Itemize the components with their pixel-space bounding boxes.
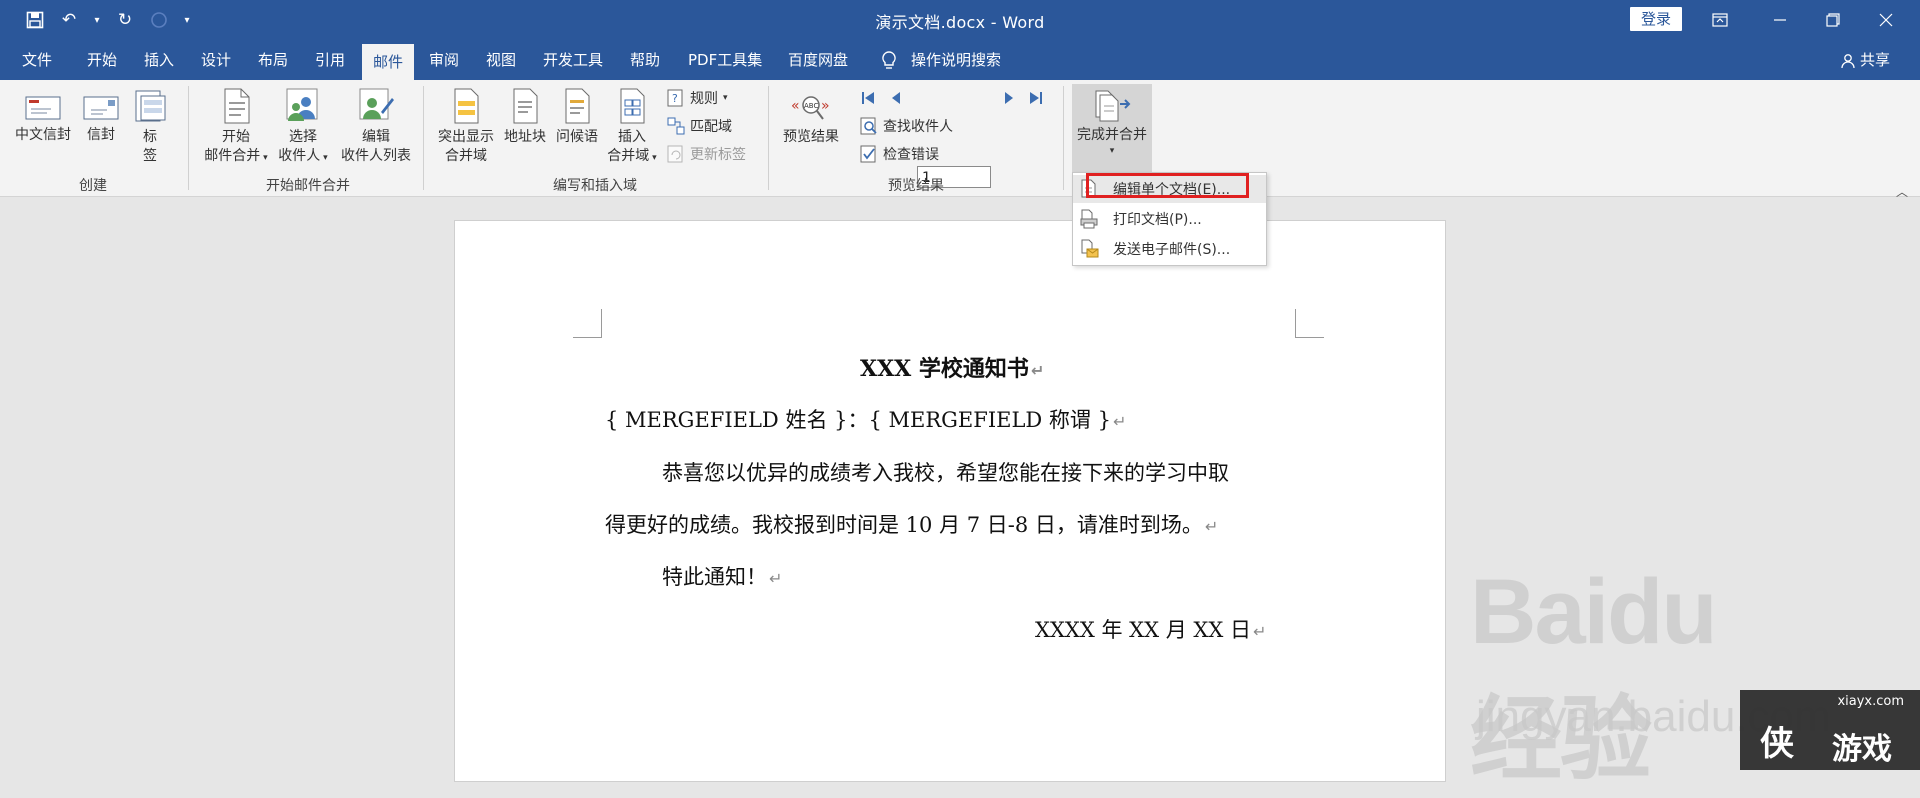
tab-help[interactable]: 帮助 [630, 40, 660, 80]
tab-insert[interactable]: 插入 [144, 40, 174, 80]
title-bar: ↶ ▾ ↻ ▾ 演示文档.docx - Word 登录 [0, 0, 1920, 40]
last-record-icon[interactable] [1028, 87, 1052, 109]
annotation-highlight-box [1086, 173, 1249, 198]
address-block-icon [513, 88, 538, 124]
tab-developer[interactable]: 开发工具 [543, 40, 603, 80]
lightbulb-icon[interactable] [880, 40, 898, 80]
login-button[interactable]: 登录 [1630, 7, 1682, 31]
group-separator [768, 86, 769, 190]
tab-review[interactable]: 审阅 [429, 40, 459, 80]
merge-field-line[interactable]: { MERGEFIELD 姓名 }：{ MERGEFIELD 称谓 } ↵ [605, 404, 1126, 434]
print-icon [1080, 209, 1098, 229]
share-button[interactable]: 共享 [1860, 40, 1890, 80]
group-label-create: 创建 [79, 178, 107, 194]
preview-results-button[interactable]: «» ABC 预览结果 [778, 92, 844, 147]
svg-text:«: « [791, 98, 800, 114]
margin-corner-mark [573, 309, 602, 338]
date-line[interactable]: XXXX 年 XX 月 XX 日 ↵ [1035, 614, 1266, 644]
minimize-icon[interactable] [1760, 6, 1800, 34]
menu-item-send-email[interactable]: 发送电子邮件(S)... [1073, 235, 1266, 263]
update-labels-icon [667, 145, 683, 163]
menu-item-print-documents[interactable]: 打印文档(P)... [1073, 205, 1266, 233]
envelopes-button[interactable]: 信封 [78, 94, 124, 145]
tab-mailings[interactable]: 邮件 [362, 44, 415, 80]
address-block-button[interactable]: 地址块 [500, 88, 550, 147]
insert-merge-field-button[interactable]: 插入 合并域 ▾ [604, 88, 660, 168]
ribbon-tab-bar: 文件 开始 插入 设计 布局 引用 邮件 审阅 视图 开发工具 帮助 PDF工具… [0, 40, 1920, 80]
tab-view[interactable]: 视图 [486, 40, 516, 80]
check-errors-icon [860, 145, 876, 163]
previous-record-icon[interactable] [890, 87, 910, 109]
group-separator [423, 86, 424, 190]
notice-line[interactable]: 特此通知！ ↵ [662, 561, 782, 591]
tab-layout[interactable]: 布局 [258, 40, 288, 80]
recipients-icon [286, 88, 318, 121]
tell-me-search[interactable]: 操作说明搜索 [911, 40, 1001, 80]
ribbon-mailings: 中文信封 信封 标 签 创建 开始 邮件合并 ▾ 选择 收件人 ▾ 编辑 收件人… [0, 80, 1920, 197]
match-fields-button[interactable]: 匹配域 [667, 115, 732, 137]
document-title[interactable]: XXX 学校通知书 ↵ [860, 351, 1044, 383]
first-record-icon[interactable] [860, 87, 884, 109]
collapse-ribbon-icon[interactable]: ︿ [1896, 183, 1908, 200]
tab-references[interactable]: 引用 [315, 40, 345, 80]
tab-home[interactable]: 开始 [87, 40, 117, 80]
labels-button[interactable]: 标 签 [128, 90, 172, 166]
edit-list-icon [359, 88, 394, 120]
insert-field-icon [620, 88, 645, 124]
greeting-line-icon [565, 88, 590, 124]
margin-corner-mark [1295, 309, 1324, 338]
watermark-logo: Baidu经验 [1470, 561, 1718, 791]
document-icon [224, 88, 250, 124]
group-label-write-insert: 编写和插入域 [553, 178, 637, 194]
email-icon [1081, 239, 1099, 258]
match-fields-icon [667, 117, 685, 135]
dropdown-arrow-icon: ▾ [1109, 146, 1115, 156]
edit-recipient-list-button[interactable]: 编辑 收件人列表 [336, 88, 416, 166]
find-recipient-icon [860, 117, 877, 135]
rules-button[interactable]: ? 规则 ▾ [667, 87, 728, 109]
tab-baidu-netdisk[interactable]: 百度网盘 [788, 40, 848, 80]
tab-pdf-tools[interactable]: PDF工具集 [688, 40, 762, 80]
dropdown-arrow-icon: ▾ [260, 153, 268, 163]
finish-merge-icon [1095, 90, 1131, 122]
group-separator [188, 86, 189, 190]
dropdown-arrow-icon: ▾ [649, 153, 657, 163]
dropdown-arrow-icon: ▾ [723, 93, 728, 103]
paragraph-line[interactable]: 得更好的成绩。我校报到时间是 10 月 7 日-8 日，请准时到场。 ↵ [605, 509, 1218, 539]
xiayx-logo: xiayx.com 侠 游戏 [1740, 690, 1920, 770]
paragraph-line[interactable]: 恭喜您以优异的成绩考入我校，希望您能在接下来的学习中取 [662, 457, 1229, 487]
person-icon[interactable] [1840, 40, 1856, 80]
dropdown-arrow-icon: ▾ [320, 153, 328, 163]
rules-icon: ? [667, 89, 683, 107]
close-icon[interactable] [1866, 6, 1906, 34]
svg-text:»: » [821, 98, 830, 114]
find-recipient-button[interactable]: 查找收件人 [860, 115, 953, 137]
finish-merge-button[interactable]: 完成并合并 ▾ [1072, 84, 1152, 176]
tab-design[interactable]: 设计 [201, 40, 231, 80]
select-recipients-button[interactable]: 选择 收件人 ▾ [270, 88, 336, 168]
group-label-start-mail-merge: 开始邮件合并 [266, 178, 350, 194]
tab-file[interactable]: 文件 [22, 40, 52, 80]
preview-results-icon: « »ABC [791, 96, 830, 120]
envelope-icon [25, 96, 61, 120]
document-page: XXX 学校通知书 ↵ { MERGEFIELD 姓名 }：{ MERGEFIEL… [454, 220, 1446, 782]
labels-icon [135, 90, 166, 122]
restore-icon[interactable] [1813, 6, 1853, 34]
update-labels-button[interactable]: 更新标签 [667, 143, 746, 165]
highlight-merge-fields-button[interactable]: 突出显示 合并域 [432, 88, 500, 166]
greeting-line-button[interactable]: 问候语 [552, 88, 602, 147]
group-label-preview-results: 预览结果 [888, 178, 944, 194]
group-separator [1063, 86, 1064, 190]
chinese-envelope-button[interactable]: 中文信封 [10, 94, 76, 145]
svg-text:?: ? [672, 92, 678, 105]
ribbon-display-icon[interactable] [1700, 6, 1740, 34]
check-errors-button[interactable]: 检查错误 [860, 143, 939, 165]
start-mail-merge-button[interactable]: 开始 邮件合并 ▾ [200, 88, 272, 168]
highlight-fields-icon [454, 88, 479, 124]
svg-text:ABC: ABC [804, 102, 818, 110]
next-record-icon[interactable] [1003, 87, 1023, 109]
envelope-icon [83, 96, 119, 120]
